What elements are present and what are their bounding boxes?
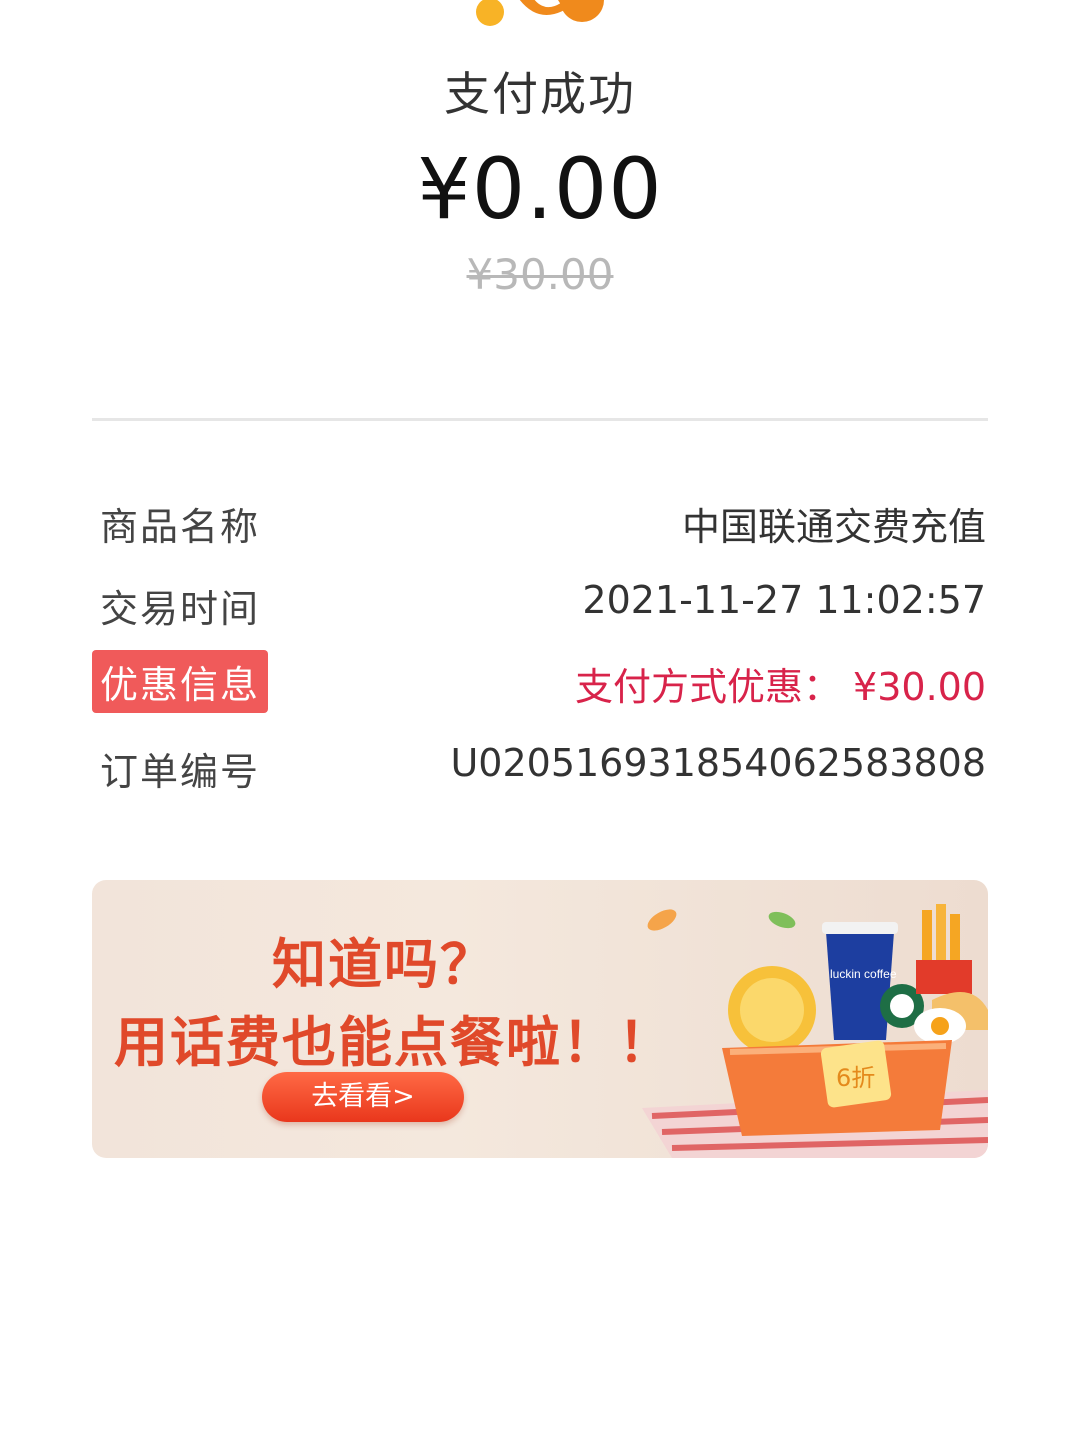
discount-badge: 优惠信息 (92, 650, 269, 713)
original-amount: ¥30.00 (466, 250, 614, 299)
promo-banner[interactable]: 知道吗？ 用话费也能点餐啦！！ 去看看> luckin coffee 6折 (92, 880, 988, 1158)
detail-row-order-id: 订单编号 U020516931854062583808 (92, 735, 988, 795)
detail-value: 2021-11-27 11:02:57 (582, 578, 986, 622)
cup-brand-text: luckin coffee (830, 967, 897, 981)
detail-row-product: 商品名称 中国联通交费充值 (92, 490, 988, 550)
paid-amount: ¥0.00 (417, 140, 663, 238)
detail-label: 订单编号 (100, 750, 261, 794)
go-see-button[interactable]: 去看看> (262, 1072, 464, 1122)
detail-row-discount: 优惠信息 支付方式优惠： ¥30.00 (92, 650, 988, 713)
detail-value: U020516931854062583808 (450, 741, 986, 785)
discount-tag-text: 6折 (836, 1064, 875, 1092)
divider (92, 418, 988, 421)
detail-label: 商品名称 (100, 505, 261, 549)
detail-value: 中国联通交费充值 (681, 505, 986, 549)
banner-headline: 知道吗？ (272, 933, 496, 996)
payment-success-logo-icon (476, 0, 604, 26)
detail-label: 交易时间 (100, 587, 261, 631)
page-title: 支付成功 (444, 67, 636, 121)
food-basket-illustration: luckin coffee 6折 (642, 904, 988, 1158)
detail-row-time: 交易时间 2021-11-27 11:02:57 (92, 572, 988, 632)
discount-value: 支付方式优惠： ¥30.00 (574, 665, 986, 709)
